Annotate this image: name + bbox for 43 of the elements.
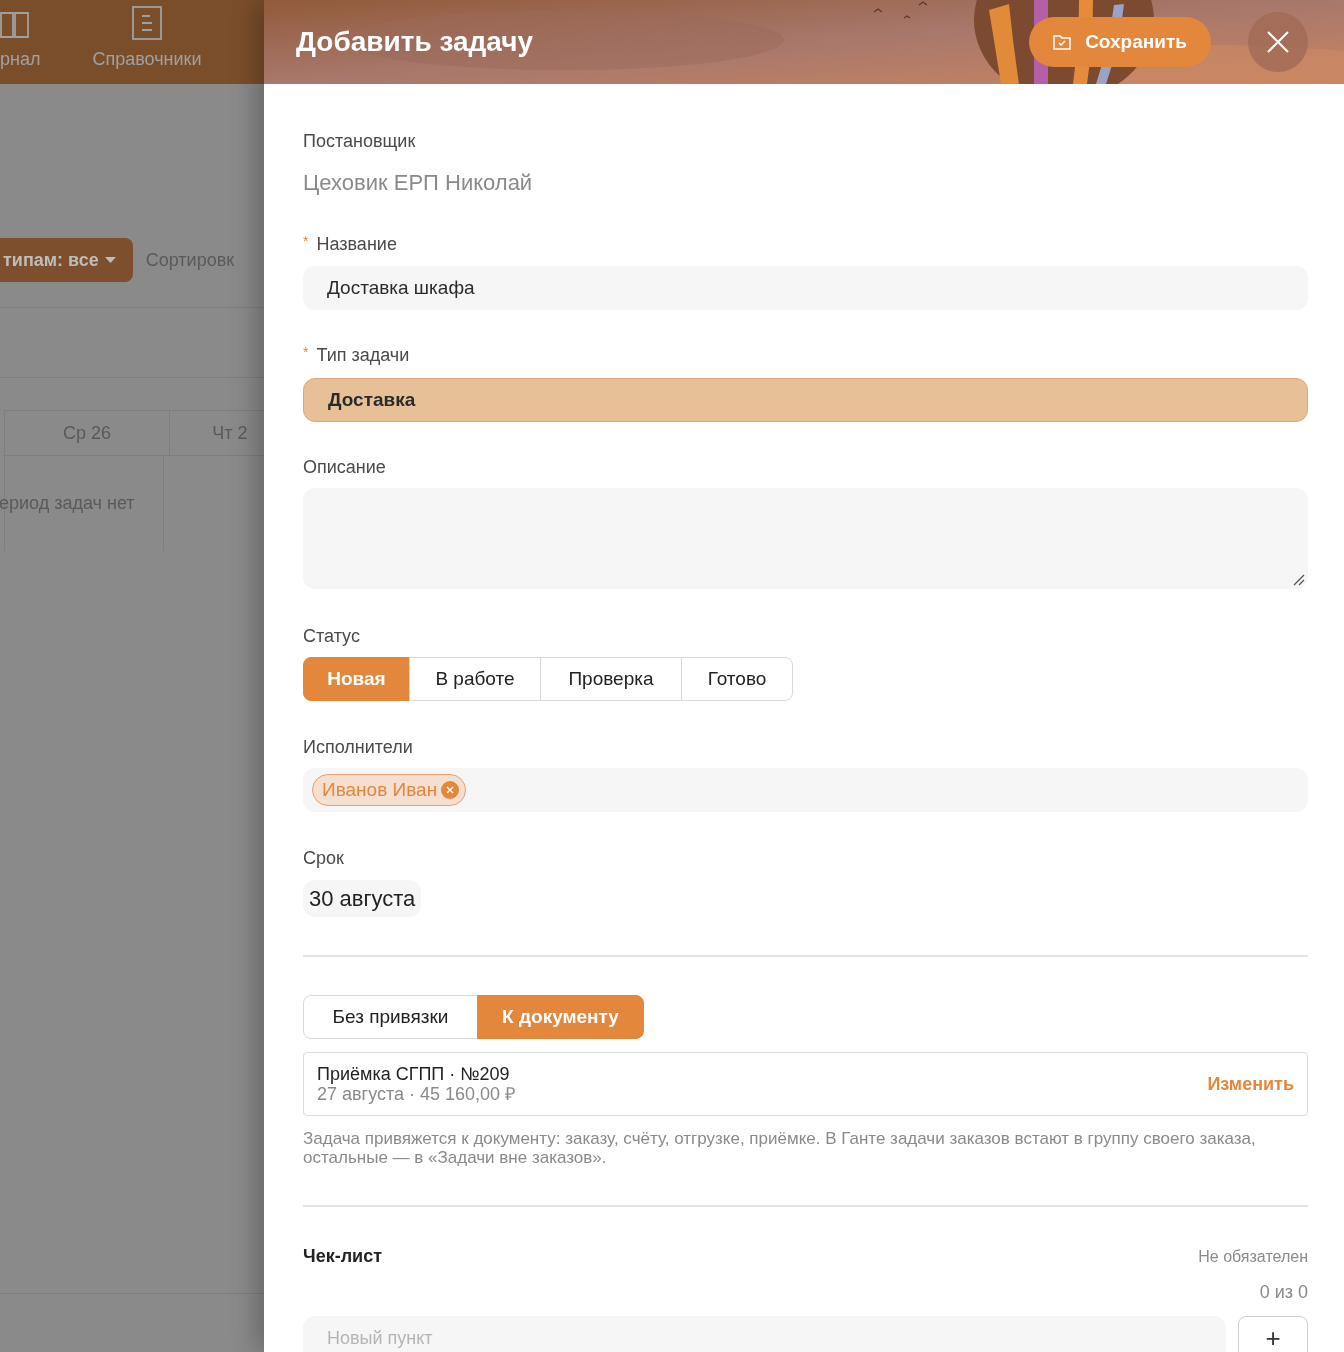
description-field[interactable] xyxy=(303,488,1308,589)
assignees-field[interactable]: Иванов Иван xyxy=(303,768,1308,812)
nav-item[interactable]: Справочники xyxy=(92,6,202,73)
field-label: Описание xyxy=(303,456,387,478)
segment-tab[interactable]: Готово xyxy=(681,657,793,701)
assigner-name: Цеховик ЕРП Николай xyxy=(303,169,534,197)
assignee-tag[interactable]: Иванов Иван xyxy=(312,774,467,806)
required-mark: * xyxy=(303,342,309,362)
change-link[interactable]: Изменить xyxy=(1207,1070,1294,1098)
new-item-field[interactable]: Новый пункт xyxy=(303,1316,1226,1352)
panel-title: Добавить задачу xyxy=(296,25,533,59)
nav-item[interactable]: рнал xyxy=(0,10,41,73)
remove-icon[interactable] xyxy=(441,781,460,799)
required-mark: * xyxy=(303,231,309,251)
segment-tab[interactable]: Проверка xyxy=(540,657,682,701)
name-field[interactable]: Доставка шкафа xyxy=(303,266,1308,310)
field-label: Срок xyxy=(303,847,345,869)
segment-tab[interactable]: В работе xyxy=(409,657,541,701)
checklist-counter: 0 из 0 xyxy=(1259,1281,1308,1304)
document-subtitle: 27 августа · 45 160,00 ₽ xyxy=(317,1084,516,1104)
date-field[interactable]: 30 августа xyxy=(303,880,422,917)
checklist-title: Чек-лист xyxy=(303,1245,382,1268)
segment-tab[interactable]: К документу xyxy=(477,995,644,1039)
close-icon xyxy=(1267,31,1289,53)
book-icon xyxy=(0,10,30,40)
document-title: Приёмка СГПП · №209 xyxy=(317,1064,511,1084)
folder-check-icon xyxy=(1053,34,1072,50)
document-icon xyxy=(132,6,162,40)
caret-icon xyxy=(104,257,116,263)
resize-handle-icon xyxy=(1293,574,1305,586)
field-label: Название xyxy=(316,233,397,255)
field-label: Статус xyxy=(303,625,361,647)
task-type-select[interactable]: Доставка xyxy=(303,378,1308,422)
filter-button[interactable]: типам: все xyxy=(0,238,133,282)
binding-hint: Задача привяжется к документу: заказу, счёту, отгрузке, приёмке. В Ганте задачи заказов встают в группу своего заказа, остальные — в «Задачи вне заказов». xyxy=(303,1129,1257,1167)
segment-tab[interactable]: Без привязки xyxy=(303,995,478,1039)
segment-tab[interactable]: Новая xyxy=(303,657,410,701)
add-item-button[interactable]: + xyxy=(1238,1316,1308,1352)
field-label: Постановщик xyxy=(303,130,417,152)
field-label: Исполнители xyxy=(303,736,414,758)
field-label: Тип задачи xyxy=(316,344,410,366)
save-button[interactable]: Сохранить xyxy=(1029,17,1211,67)
checklist-note: Не обязателен xyxy=(1198,1246,1308,1267)
